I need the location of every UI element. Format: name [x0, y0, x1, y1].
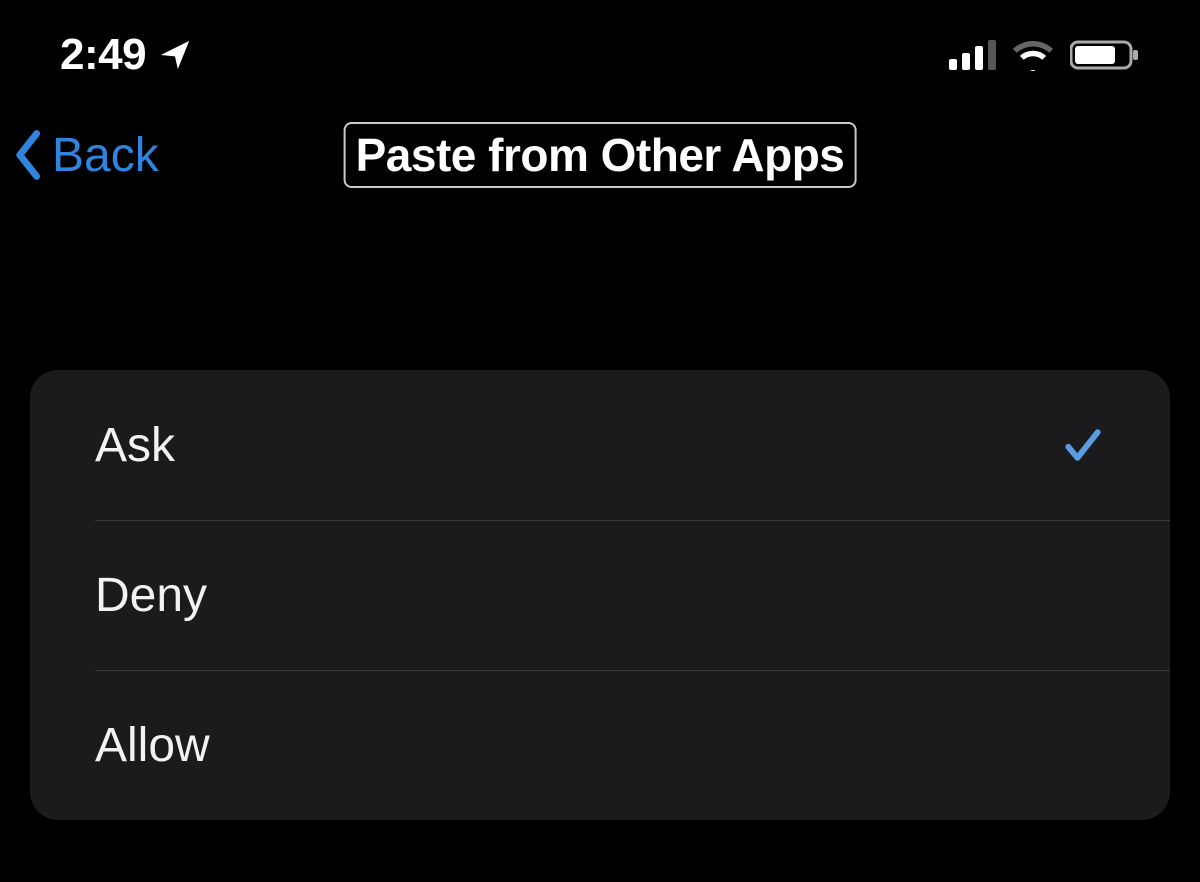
status-bar-left: 2:49 — [60, 30, 192, 80]
wifi-icon — [1012, 39, 1054, 71]
chevron-left-icon — [12, 129, 46, 181]
battery-icon — [1070, 39, 1140, 71]
page-title: Paste from Other Apps — [344, 122, 857, 188]
back-button[interactable]: Back — [12, 128, 159, 183]
option-label: Deny — [95, 568, 207, 623]
status-bar: 2:49 — [0, 0, 1200, 100]
options-group: Ask Deny Allow — [30, 370, 1170, 820]
status-bar-right — [949, 39, 1140, 71]
option-allow[interactable]: Allow — [30, 670, 1170, 820]
cellular-signal-icon — [949, 40, 996, 70]
option-label: Allow — [95, 718, 210, 773]
status-time: 2:49 — [60, 30, 146, 80]
checkmark-icon — [1061, 423, 1105, 467]
navigation-bar: Back Paste from Other Apps — [0, 100, 1200, 210]
back-label: Back — [52, 128, 159, 183]
location-arrow-icon — [158, 38, 192, 72]
option-deny[interactable]: Deny — [30, 520, 1170, 670]
option-label: Ask — [95, 418, 175, 473]
page-title-wrap: Paste from Other Apps — [344, 122, 857, 188]
option-ask[interactable]: Ask — [30, 370, 1170, 520]
